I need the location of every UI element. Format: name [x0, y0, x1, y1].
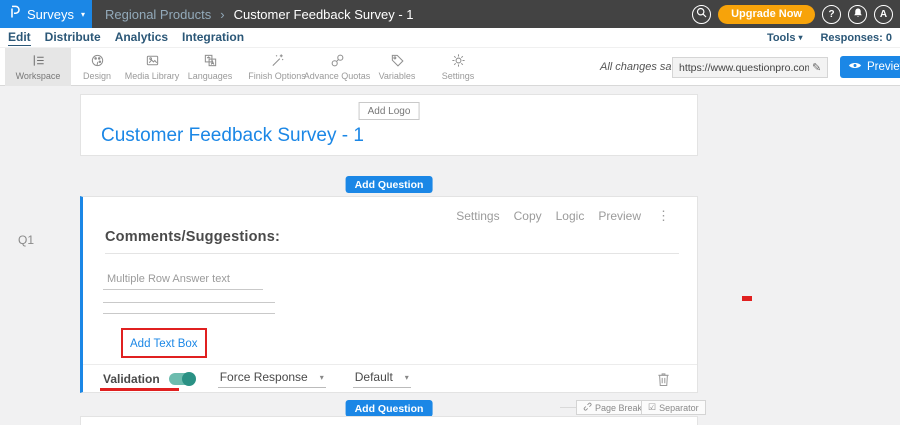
annotation-red-dash: [742, 296, 752, 301]
page-break-button[interactable]: Page Break: [576, 400, 649, 415]
trash-icon: [657, 374, 670, 391]
toggle-knob: [182, 372, 196, 386]
survey-title[interactable]: Customer Feedback Survey - 1: [101, 125, 364, 147]
breadcrumb-separator-icon: ›: [220, 7, 224, 22]
palette-icon: [90, 53, 105, 68]
upgrade-now-button[interactable]: Upgrade Now: [718, 5, 815, 24]
nav-right: Tools ▾ Responses: 0: [767, 28, 892, 47]
bell-icon: [852, 7, 864, 22]
editor-toolbar: Workspace Design Media Library Languages…: [0, 47, 900, 86]
toolbar-item-languages[interactable]: Languages: [177, 48, 243, 86]
validation-label: Validation: [103, 372, 160, 386]
answer-placeholder: Multiple Row Answer text: [107, 273, 230, 285]
toolbar-item-finish-options[interactable]: Finish Options: [244, 48, 310, 86]
default-dropdown[interactable]: Default ▾: [353, 370, 411, 388]
product-switcher[interactable]: Surveys ▾: [0, 0, 92, 28]
top-bar: Surveys ▾ Regional Products › Customer F…: [0, 0, 900, 28]
annotation-red-box: Add Text Box: [121, 328, 207, 358]
add-logo-button[interactable]: Add Logo: [359, 102, 420, 120]
question-text[interactable]: Comments/Suggestions:: [105, 229, 280, 245]
add-text-box-link[interactable]: Add Text Box: [130, 338, 198, 350]
question-logic-link[interactable]: Logic: [556, 209, 585, 223]
force-response-label: Force Response: [220, 370, 308, 384]
questionpro-logo-icon: [9, 4, 21, 24]
question-copy-link[interactable]: Copy: [514, 209, 542, 223]
toolbar-item-advance-quotas[interactable]: Advance Quotas: [304, 48, 370, 86]
tab-edit[interactable]: Edit: [8, 30, 31, 46]
add-question-button-bottom[interactable]: Add Question: [346, 400, 433, 417]
nav-tabs: Edit Distribute Analytics Integration: [8, 28, 244, 47]
tag-icon: [390, 53, 405, 68]
notifications-button[interactable]: [848, 5, 867, 24]
page-break-label: Page Break: [595, 403, 642, 413]
chevron-down-icon: ▾: [81, 10, 85, 19]
toolbar-item-workspace[interactable]: Workspace: [5, 48, 71, 86]
next-question-card: [80, 416, 698, 425]
chevron-down-icon: ▾: [405, 373, 409, 382]
workspace-icon: [31, 53, 46, 68]
tab-distribute[interactable]: Distribute: [45, 30, 101, 45]
default-label: Default: [355, 370, 393, 384]
preview-label: Preview: [867, 61, 900, 73]
toolbar-item-settings[interactable]: Settings: [425, 48, 491, 86]
survey-url-input[interactable]: [672, 57, 828, 78]
image-icon: [145, 53, 160, 68]
search-icon: [695, 6, 708, 22]
breadcrumb-folder[interactable]: Regional Products: [105, 7, 211, 22]
question-number: Q1: [18, 233, 34, 247]
breadcrumb-survey-name: Customer Feedback Survey - 1: [234, 7, 414, 22]
force-response-dropdown[interactable]: Force Response ▾: [218, 370, 326, 388]
magic-wand-icon: [270, 53, 285, 68]
survey-header-card: Add Logo Customer Feedback Survey - 1: [80, 94, 698, 156]
question-settings-link[interactable]: Settings: [456, 209, 499, 223]
edit-url-icon[interactable]: ✎: [812, 61, 821, 74]
chevron-down-icon: ▾: [320, 373, 324, 382]
question-preview-link[interactable]: Preview: [598, 209, 641, 223]
answer-row-1[interactable]: [103, 289, 263, 290]
responses-count[interactable]: Responses: 0: [820, 32, 892, 44]
tools-label: Tools: [767, 32, 796, 44]
toolbar-item-variables[interactable]: Variables: [364, 48, 430, 86]
gear-icon: [451, 53, 466, 68]
separator-label: Separator: [659, 403, 699, 413]
tab-analytics[interactable]: Analytics: [115, 30, 168, 45]
toolbar-item-media-library[interactable]: Media Library: [119, 48, 185, 86]
separator-button[interactable]: ☑ Separator: [641, 400, 706, 415]
question-menu: Settings Copy Logic Preview ⋮: [456, 208, 670, 224]
question-card: Settings Copy Logic Preview ⋮ Comments/S…: [80, 196, 698, 393]
preview-button[interactable]: Preview: [840, 56, 900, 78]
annotation-red-underline: [100, 388, 179, 391]
checkbox-icon: ☑: [648, 402, 656, 413]
help-button[interactable]: ?: [822, 5, 841, 24]
page-break-icon: [583, 402, 592, 413]
eye-icon: [848, 61, 862, 73]
survey-editor-screen: Surveys ▾ Regional Products › Customer F…: [0, 0, 900, 425]
avatar[interactable]: A: [874, 5, 893, 24]
delete-question-button[interactable]: [657, 372, 670, 392]
answer-row-2[interactable]: [103, 302, 275, 303]
question-text-underline: [105, 253, 679, 254]
answer-row-3[interactable]: [103, 313, 275, 314]
quota-links-icon: [330, 53, 345, 68]
tab-integration[interactable]: Integration: [182, 30, 244, 45]
tools-menu[interactable]: Tools ▾: [767, 32, 803, 44]
breadcrumb: Regional Products › Customer Feedback Su…: [105, 0, 413, 28]
more-options-icon[interactable]: ⋮: [657, 208, 670, 224]
main-nav: Edit Distribute Analytics Integration To…: [0, 28, 900, 47]
add-question-button-top[interactable]: Add Question: [346, 176, 433, 193]
validation-toggle[interactable]: [169, 373, 195, 385]
product-name: Surveys: [27, 7, 74, 22]
topbar-actions: Upgrade Now ? A: [692, 0, 893, 28]
search-button[interactable]: [692, 5, 711, 24]
chevron-down-icon: ▾: [798, 33, 802, 42]
translate-icon: [203, 53, 218, 68]
